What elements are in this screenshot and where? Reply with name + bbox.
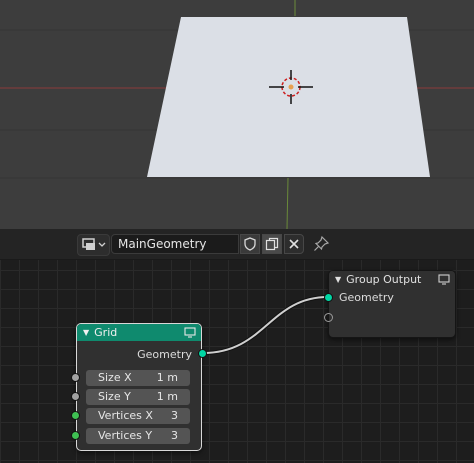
vertices-x-field[interactable]: Vertices X 3 (86, 408, 190, 424)
size-x-label: Size X (98, 371, 132, 384)
vertices-y-field[interactable]: Vertices Y 3 (86, 428, 190, 444)
grid-node-title: Grid (94, 326, 118, 339)
pin-icon (314, 235, 330, 251)
node-editor-header: MainGeometry (0, 229, 474, 260)
size-y-field[interactable]: Size Y 1 m (86, 389, 190, 405)
group-output-geometry-label: Geometry (339, 291, 394, 304)
grid-node-header[interactable]: ▼ Grid (77, 324, 201, 341)
viewport-scene (0, 0, 474, 229)
shield-icon (244, 237, 256, 251)
vertices-x-value: 3 (171, 409, 178, 422)
node-editor-canvas[interactable]: ▼ Group Output Geometry ▼ Grid Geometry Si… (0, 260, 474, 463)
editor-type-button[interactable] (77, 234, 110, 256)
group-output-title: Group Output (346, 273, 422, 286)
vertices-y-socket[interactable] (71, 431, 80, 440)
duplicate-tree-button[interactable] (262, 234, 282, 254)
group-output-empty-socket[interactable] (324, 313, 333, 322)
geometry-link (202, 296, 329, 354)
fake-user-button[interactable] (240, 234, 260, 254)
size-x-value: 1 m (156, 371, 178, 384)
group-output-header[interactable]: ▼ Group Output (329, 271, 455, 288)
size-y-socket[interactable] (71, 392, 80, 401)
grid-geometry-output-socket[interactable] (198, 349, 207, 358)
pin-button[interactable] (312, 235, 330, 253)
monitor-icon[interactable] (184, 327, 196, 338)
duplicate-icon (265, 237, 279, 251)
grid-geometry-output-label: Geometry (137, 348, 192, 361)
size-x-field[interactable]: Size X 1 m (86, 370, 190, 386)
vertices-x-socket[interactable] (71, 411, 80, 420)
node-tree-icon (82, 238, 106, 250)
grid-node[interactable]: ▼ Grid Geometry Size X 1 m Size Y 1 m Ver… (76, 323, 202, 451)
unlink-tree-button[interactable] (284, 234, 304, 254)
node-tree-name-field[interactable]: MainGeometry (111, 234, 239, 254)
group-output-node[interactable]: ▼ Group Output Geometry (328, 270, 456, 338)
vertices-x-label: Vertices X (98, 409, 153, 422)
collapse-triangle-icon[interactable]: ▼ (335, 271, 341, 288)
close-icon (289, 239, 299, 249)
size-y-label: Size Y (98, 390, 131, 403)
vertices-y-label: Vertices Y (98, 429, 153, 442)
collapse-triangle-icon[interactable]: ▼ (83, 324, 89, 341)
size-y-value: 1 m (156, 390, 178, 403)
size-x-socket[interactable] (71, 373, 80, 382)
3d-viewport[interactable] (0, 0, 474, 229)
group-output-geometry-socket[interactable] (324, 293, 333, 302)
grid-plane (147, 17, 430, 177)
monitor-icon[interactable] (438, 274, 450, 285)
vertices-y-value: 3 (171, 429, 178, 442)
